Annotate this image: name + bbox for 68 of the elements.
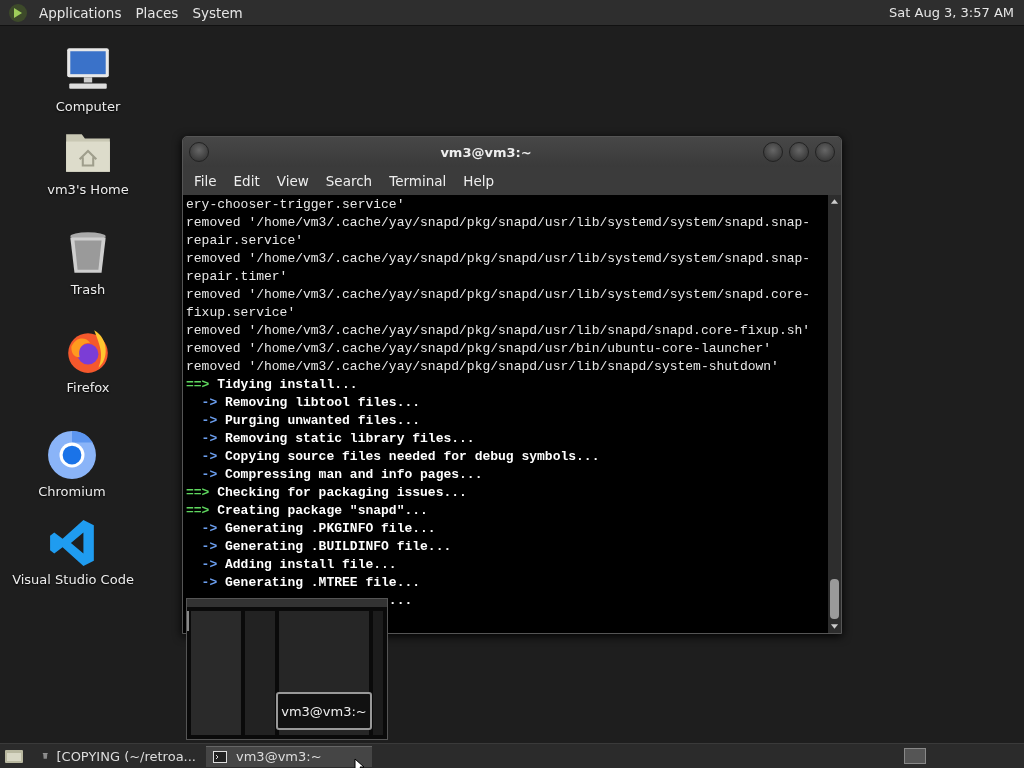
substep-text: Removing libtool files... <box>224 395 421 410</box>
step-arrow: ==> <box>186 485 210 500</box>
taskbar-button[interactable]: vm3@vm3:~ <box>206 745 372 767</box>
substep-text: Purging unwanted files... <box>224 413 421 428</box>
panel-menu[interactable]: Applications <box>32 4 129 21</box>
substep-arrow: -> <box>201 539 218 554</box>
menu-item[interactable]: Search <box>318 173 380 189</box>
scroll-down-icon[interactable] <box>830 623 839 631</box>
output-line: fixup.service' <box>186 305 296 320</box>
step-text: Tidying install... <box>216 377 358 392</box>
substep-text: Generating .BUILDINFO file... <box>224 539 452 554</box>
window-menu-button[interactable] <box>189 142 209 162</box>
substep-arrow: -> <box>201 521 218 536</box>
desktop-icon-label[interactable]: Computer <box>55 99 121 114</box>
desktop-icon-label[interactable]: vm3's Home <box>47 182 129 197</box>
substep-arrow: -> <box>201 557 218 572</box>
desktop-icon-label[interactable]: Firefox <box>66 380 110 395</box>
substep-arrow: -> <box>201 395 218 410</box>
menu-item[interactable]: File <box>187 173 224 189</box>
panel-menu[interactable]: System <box>185 4 250 21</box>
desktop-icon-label[interactable]: Visual Studio Code <box>12 572 134 587</box>
substep-text: Copying source files needed for debug symbols... <box>224 449 600 464</box>
substep-text: Removing static library files... <box>224 431 475 446</box>
preview-title: vm3@vm3:~ <box>276 692 372 730</box>
output-line: removed '/home/vm3/.cache/yay/snapd/pkg/snapd/usr/lib/systemd/system/snapd.snap- <box>186 215 811 230</box>
panel-menu[interactable]: Places <box>128 4 186 21</box>
minimize-button[interactable] <box>763 142 783 162</box>
menu-item[interactable]: View <box>269 173 316 189</box>
window-title: vm3@vm3:~ <box>439 144 533 160</box>
output-line: removed '/home/vm3/.cache/yay/snapd/pkg/snapd/usr/lib/systemd/system/snapd.snap- <box>186 251 811 266</box>
desktop-icon-label[interactable]: Trash <box>70 282 106 297</box>
output-line: removed '/home/vm3/.cache/yay/snapd/pkg/snapd/usr/lib/snapd/system-shutdown' <box>186 359 779 374</box>
maximize-button[interactable] <box>789 142 809 162</box>
substep-arrow: -> <box>201 413 218 428</box>
clock[interactable]: Sat Aug 3, 3:57 AM <box>889 5 1016 20</box>
substep-arrow: -> <box>201 575 218 590</box>
chromium-icon[interactable] <box>47 430 97 480</box>
output-line: removed '/home/vm3/.cache/yay/snapd/pkg/snapd/usr/lib/snapd/snapd.core-fixup.sh' <box>186 323 811 338</box>
close-button[interactable] <box>815 142 835 162</box>
output-line: ery-chooser-trigger.service' <box>186 197 405 212</box>
substep-arrow: -> <box>201 449 218 464</box>
output-line: removed '/home/vm3/.cache/yay/snapd/pkg/snapd/usr/lib/systemd/system/snapd.core- <box>186 287 811 302</box>
step-arrow: ==> <box>186 503 210 518</box>
menu-item[interactable]: Terminal <box>382 173 454 189</box>
substep-text: Adding install file... <box>224 557 397 572</box>
show-desktop-icon[interactable] <box>4 748 24 764</box>
menu-logo-icon[interactable] <box>8 2 28 23</box>
output-line: removed '/home/vm3/.cache/yay/snapd/pkg/snapd/usr/bin/ubuntu-core-launcher' <box>186 341 772 356</box>
step-text: Checking for packaging issues... <box>216 485 467 500</box>
desktop-icon-label[interactable]: Chromium <box>38 484 106 499</box>
scrollbar-thumb[interactable] <box>830 579 839 619</box>
scroll-up-icon[interactable] <box>830 197 839 205</box>
terminal-icon <box>212 748 228 765</box>
substep-text: Compressing man and info pages... <box>224 467 483 482</box>
output-line: ... <box>388 593 413 608</box>
step-arrow: ==> <box>186 377 210 392</box>
step-text: Creating package "snapd"... <box>216 503 428 518</box>
window-preview[interactable]: vm3@vm3:~ <box>186 598 388 740</box>
menu-item[interactable]: Edit <box>226 173 267 189</box>
menu-item[interactable]: Help <box>456 173 502 189</box>
substep-text: Generating .MTREE file... <box>224 575 421 590</box>
workspace-switcher[interactable] <box>904 748 926 764</box>
output-line: repair.service' <box>186 233 304 248</box>
output-line: repair.timer' <box>186 269 288 284</box>
taskbar-button[interactable]: [COPYING (~/retroa... <box>36 746 202 766</box>
substep-text: Generating .PKGINFO file... <box>224 521 436 536</box>
substep-arrow: -> <box>201 431 218 446</box>
substep-arrow: -> <box>201 467 218 482</box>
